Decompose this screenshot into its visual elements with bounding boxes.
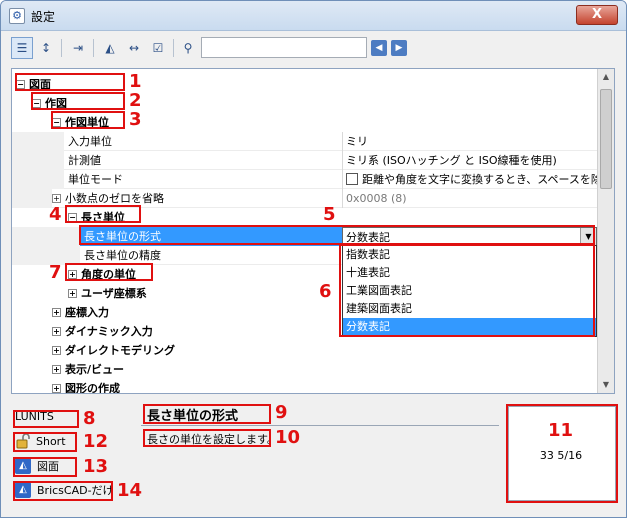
annotation-box xyxy=(15,73,125,91)
previous-match-icon[interactable]: ◀ xyxy=(371,40,387,56)
property-row-units-mode[interactable]: 単位モード 距離や角度を文字に変換するとき、スペースを除外 xyxy=(12,170,597,189)
annotation-box xyxy=(143,404,271,424)
window-title: 設定 xyxy=(31,10,56,24)
annotation-box xyxy=(13,457,77,477)
settings-app-icon: ⚙ xyxy=(9,8,25,24)
annotation-number: 12 xyxy=(83,431,109,452)
annotation-box xyxy=(31,92,125,110)
next-match-icon[interactable]: ▶ xyxy=(391,40,407,56)
annotation-number: 6 xyxy=(319,281,332,302)
annotation-number: 13 xyxy=(83,456,109,477)
property-name: 単位モード xyxy=(68,173,123,186)
annotation-box xyxy=(13,432,77,452)
annotation-box xyxy=(65,263,153,281)
scrollbar-thumb[interactable] xyxy=(600,89,612,189)
annotation-number: 1 xyxy=(129,71,142,92)
annotation-number: 2 xyxy=(129,90,142,111)
annotation-number: 8 xyxy=(83,408,96,429)
annotation-box xyxy=(65,205,141,223)
annotation-number: 3 xyxy=(129,109,142,130)
expand-icon[interactable]: + xyxy=(52,307,61,317)
annotation-number: 5 xyxy=(323,204,336,225)
toolbar-separator xyxy=(173,39,174,57)
property-value[interactable]: ミリ系 (ISOハッチング と ISO線種を使用) xyxy=(342,151,597,170)
checkbox-label: 距離や角度を文字に変換するとき、スペースを除外 xyxy=(362,173,597,186)
annotation-box xyxy=(51,111,125,129)
units-mode-checkbox[interactable] xyxy=(346,173,358,185)
tree-row-label: 座標入力 xyxy=(65,306,109,319)
tree-row-label: ダイレクトモデリング xyxy=(65,344,175,357)
export-icon[interactable]: ⇥ xyxy=(67,37,89,59)
tree-row-display[interactable]: + 表示/ビュー xyxy=(12,360,597,379)
toolbar-separator xyxy=(93,39,94,57)
annotation-box xyxy=(13,410,79,428)
list-view-icon[interactable]: ☰ xyxy=(11,37,33,59)
expand-icon[interactable]: + xyxy=(52,383,61,393)
sort-az-icon[interactable]: ↕ xyxy=(35,37,57,59)
property-value[interactable]: 0x0008 (8) xyxy=(342,189,597,208)
annotation-box xyxy=(143,429,271,447)
property-row-measurement[interactable]: 計測値 ミリ系 (ISOハッチング と ISO線種を使用) xyxy=(12,151,597,170)
property-name: 入力単位 xyxy=(68,135,112,148)
annotation-number: 7 xyxy=(49,262,62,283)
annotation-number: 9 xyxy=(275,402,288,423)
bricscad-icon[interactable]: ◭ xyxy=(99,37,121,59)
annotation-box xyxy=(506,404,618,503)
close-button[interactable]: X xyxy=(576,5,618,25)
toolbar: ☰ ↕ ⇥ ◭ ↔ ☑ ⚲ ◀ ▶ xyxy=(11,36,617,60)
annotation-box xyxy=(339,244,595,337)
settings-window: ⚙ 設定 X ☰ ↕ ⇥ ◭ ↔ ☑ ⚲ ◀ ▶ − 図面 − 作図 − 作図単位 入… xyxy=(0,0,627,518)
tree-row-label: 表示/ビュー xyxy=(65,363,125,376)
property-value[interactable]: 距離や角度を文字に変換するとき、スペースを除外 xyxy=(342,170,597,189)
tree-row-direct-modeling[interactable]: + ダイレクトモデリング xyxy=(12,341,597,360)
expand-icon[interactable]: + xyxy=(52,345,61,355)
annotation-number: 4 xyxy=(49,204,62,225)
expand-icon[interactable]: + xyxy=(52,193,61,203)
annotation-number: 11 xyxy=(548,420,574,441)
scroll-up-icon[interactable]: ▲ xyxy=(598,69,614,85)
annotation-box xyxy=(79,225,595,245)
description-divider xyxy=(141,425,499,426)
tree-row-entity-creation[interactable]: + 図形の作成 xyxy=(12,379,597,394)
title-bar: ⚙ 設定 X xyxy=(1,1,626,31)
scroll-down-icon[interactable]: ▼ xyxy=(598,377,614,393)
expand-icon[interactable]: + xyxy=(68,288,77,298)
tree-row-label: ダイナミック入力 xyxy=(65,325,153,338)
expand-icon[interactable]: + xyxy=(52,364,61,374)
property-row-insert-units[interactable]: 入力単位 ミリ xyxy=(12,132,597,151)
tree-row-label: ユーザ座標系 xyxy=(81,287,147,300)
tree-row-label: 図形の作成 xyxy=(65,382,120,394)
property-value[interactable]: ミリ xyxy=(342,132,597,151)
property-name: 計測値 xyxy=(68,154,101,167)
binoculars-icon[interactable]: ⚲ xyxy=(177,37,199,59)
property-name: 小数点のゼロを省略 xyxy=(65,192,164,205)
annotation-box xyxy=(13,481,113,501)
annotation-number: 10 xyxy=(275,427,301,448)
vertical-scrollbar[interactable]: ▲ ▼ xyxy=(597,69,614,393)
dimension-icon[interactable]: ↔ xyxy=(123,37,145,59)
toolbar-separator xyxy=(61,39,62,57)
expand-icon[interactable]: + xyxy=(52,326,61,336)
annotation-number: 14 xyxy=(117,480,143,501)
search-input[interactable] xyxy=(201,37,367,58)
checklist-icon[interactable]: ☑ xyxy=(147,37,169,59)
